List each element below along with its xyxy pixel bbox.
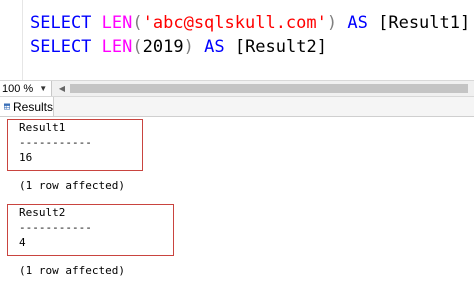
horizontal-scrollbar[interactable] (70, 84, 468, 93)
paren-close: ) (326, 13, 338, 33)
grid-icon (4, 103, 10, 110)
chevron-down-icon: ▼ (39, 84, 48, 93)
paren-close: ) (183, 37, 194, 57)
column-alias: [Result1] (378, 13, 471, 33)
result-header: Result2 (19, 206, 66, 219)
paren-open: ( (132, 13, 143, 33)
tab-results-label: Results (12, 99, 53, 114)
results-tabbar: Results (0, 97, 474, 117)
zoom-dropdown[interactable]: 100 % ▼ (0, 81, 52, 96)
function-len: LEN (101, 37, 133, 57)
editor-gutter (0, 0, 23, 80)
scroll-left-icon[interactable]: ◀ (56, 82, 68, 95)
zoom-bar: 100 % ▼ ◀ (0, 80, 474, 97)
tab-results[interactable]: Results (0, 97, 54, 116)
query-editor[interactable]: SELECT LEN('abc@sqlskull.com') AS [Resul… (0, 0, 474, 80)
keyword-as: AS (204, 37, 225, 57)
result-header: Result1 (19, 121, 66, 134)
keyword-select: SELECT (30, 37, 92, 57)
keyword-select: SELECT (30, 13, 92, 33)
column-alias: [Result2] (234, 37, 327, 57)
result-separator: ----------- (19, 136, 92, 149)
keyword-as: AS (347, 13, 368, 33)
number-literal: 2019 (142, 37, 184, 57)
messages-pane: Result1 ----------- 16 (1 row affected) … (0, 117, 474, 289)
code-line-2: SELECT LEN(2019) AS [Result2] (30, 36, 327, 58)
rows-affected: (1 row affected) (19, 264, 125, 277)
rows-affected: (1 row affected) (19, 179, 125, 192)
zoom-value: 100 % (2, 82, 34, 95)
function-len: LEN (101, 13, 133, 33)
result-value: 4 (19, 236, 26, 249)
result-value: 16 (19, 151, 33, 164)
code-line-1: SELECT LEN('abc@sqlskull.com') AS [Resul… (30, 12, 470, 34)
result-separator: ----------- (19, 221, 92, 234)
string-literal: 'abc@sqlskull.com' (142, 13, 327, 33)
paren-open: ( (132, 37, 143, 57)
